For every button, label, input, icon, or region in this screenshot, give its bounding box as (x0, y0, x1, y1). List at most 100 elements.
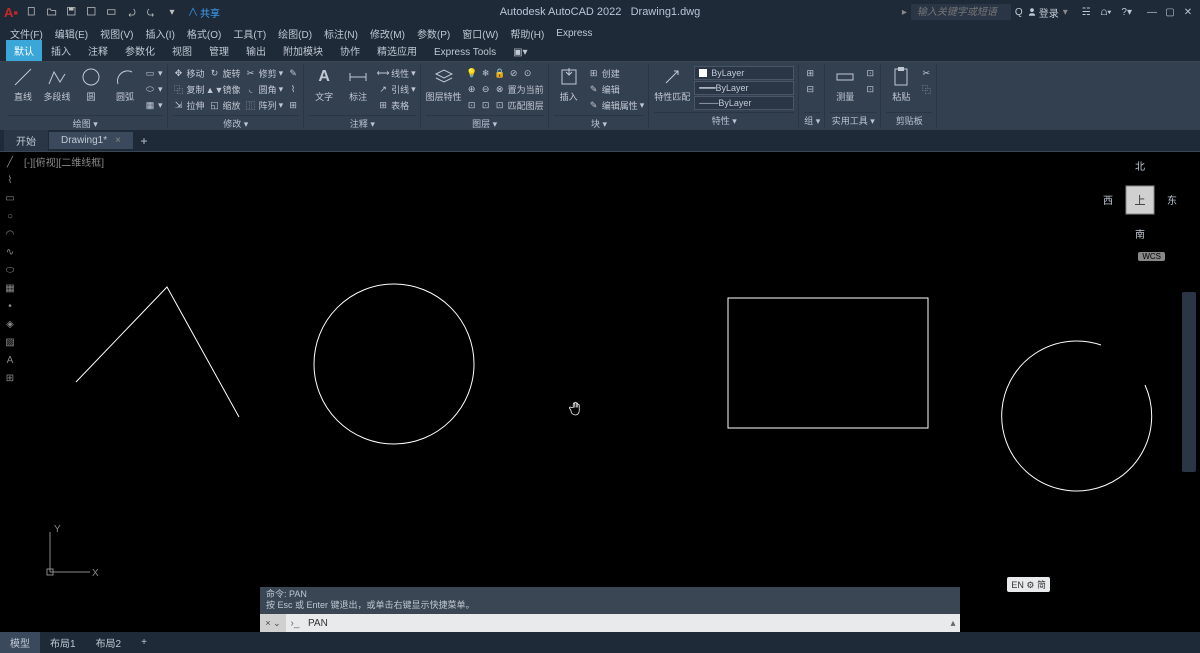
tab-collab[interactable]: 协作 (332, 40, 368, 61)
edit-attr-button[interactable]: ✎编辑属性▾ (588, 98, 645, 113)
panel-block-title[interactable]: 块 ▾ (554, 115, 645, 131)
insert-button[interactable]: 插入 (554, 66, 584, 103)
paste-button[interactable]: 粘贴 (886, 66, 916, 103)
tab-overflow[interactable]: ▣▾ (505, 44, 535, 61)
layout-add[interactable]: + (131, 634, 157, 651)
rotate-button[interactable]: ↻旋转 (209, 66, 241, 81)
qat-undo-icon[interactable] (124, 4, 140, 20)
panel-modify-title[interactable]: 修改 ▾ (173, 115, 300, 131)
panel-util-title[interactable]: 实用工具 ▾ (830, 112, 876, 128)
linear-button[interactable]: ⟷线性▾ (377, 66, 416, 81)
color-combo[interactable]: ByLayer (694, 66, 794, 80)
tab-parametric[interactable]: 参数化 (117, 40, 163, 61)
array-button[interactable]: ⿲阵列▾ (245, 98, 284, 113)
linetype-combo[interactable]: ─── ByLayer (694, 96, 794, 110)
qat-open-icon[interactable] (44, 4, 60, 20)
hatch-icon[interactable]: ▦▾ (144, 98, 163, 113)
rect-icon[interactable]: ▭▾ (144, 66, 163, 81)
trim-button[interactable]: ✂修剪▾ (245, 66, 284, 81)
menu-param[interactable]: 参数(P) (413, 25, 454, 42)
modify-icon-2[interactable]: ⌇ (287, 82, 299, 97)
command-input[interactable]: PAN (304, 618, 946, 629)
cut-icon[interactable]: ✂ (920, 66, 932, 81)
util-icon-1[interactable]: ⊡ (864, 66, 876, 81)
wcs-badge[interactable]: WCS (1138, 252, 1165, 261)
group-icon-1[interactable]: ⊞ (804, 66, 816, 81)
polyline-button[interactable]: 多段线 (42, 66, 72, 103)
cmd-close-icon[interactable]: × ⌄ (260, 614, 286, 632)
menu-dim[interactable]: 标注(N) (320, 25, 362, 42)
maximize-button[interactable]: ▢ (1162, 5, 1178, 19)
text-button[interactable]: A文字 (309, 66, 339, 103)
group-icon-2[interactable]: ⊟ (804, 82, 816, 97)
tab-addins[interactable]: 附加模块 (275, 40, 331, 61)
menu-edit[interactable]: 编辑(E) (51, 25, 92, 42)
circle-button[interactable]: 圆 (76, 66, 106, 103)
util-icon-2[interactable]: ⊡ (864, 82, 876, 97)
layer-props-button[interactable]: 图层特性 (426, 66, 462, 103)
panel-props-title[interactable]: 特性 ▾ (654, 112, 794, 128)
stretch-button[interactable]: ⇲拉伸 (173, 98, 205, 113)
modify-icon-3[interactable]: ⊞ (287, 98, 299, 113)
ellipse-icon[interactable]: ⬭▾ (144, 82, 163, 97)
move-button[interactable]: ✥移动 (173, 66, 205, 81)
menu-express[interactable]: Express (552, 27, 596, 40)
drawing-canvas[interactable]: [-][俯视][二维线框] ╱ ⌇ ▭ ○ ◠ ∿ ⬭ ▦ • ◈ ▨ A ⊞ … (0, 152, 1200, 632)
leader-button[interactable]: ↗引线▾ (377, 82, 416, 97)
edit-block-button[interactable]: ✎编辑 (588, 82, 645, 97)
lineweight-combo[interactable]: ━━━ ByLayer (694, 81, 794, 95)
menu-modify[interactable]: 修改(M) (366, 25, 409, 42)
tab-annotate[interactable]: 注释 (80, 40, 116, 61)
search-input[interactable] (911, 4, 1011, 20)
user-icon[interactable]: 登录 (1027, 5, 1059, 20)
create-block-button[interactable]: ⊞创建 (588, 66, 645, 81)
tab-express[interactable]: Express Tools (426, 44, 504, 61)
menu-draw[interactable]: 绘图(D) (274, 25, 316, 42)
search-glass-icon[interactable]: Q (1015, 7, 1023, 18)
modify-icon-1[interactable]: ✎ (287, 66, 299, 81)
measure-button[interactable]: 测量 (830, 66, 860, 103)
minimize-button[interactable]: — (1144, 5, 1160, 19)
layer-icons-row2[interactable]: ⊕⊖⊗置为当前 (466, 82, 544, 97)
share-button[interactable]: 共享 (188, 5, 220, 20)
tab-view[interactable]: 视图 (164, 40, 200, 61)
qat-plot-icon[interactable] (104, 4, 120, 20)
new-tab-button[interactable]: + (134, 134, 154, 148)
table-button[interactable]: ⊞表格 (377, 98, 416, 113)
tab-drawing1[interactable]: Drawing1*× (49, 132, 133, 149)
mirror-button[interactable]: ▲▼镜像 (209, 82, 241, 97)
layout-model[interactable]: 模型 (0, 632, 40, 653)
qat-new-icon[interactable] (24, 4, 40, 20)
cart-icon[interactable]: ☵ (1082, 7, 1091, 18)
menu-window[interactable]: 窗口(W) (458, 25, 502, 42)
layout-2[interactable]: 布局2 (86, 632, 132, 653)
panel-draw-title[interactable]: 绘图 ▾ (8, 115, 163, 131)
panel-layers-title[interactable]: 图层 ▾ (426, 115, 544, 131)
chevron-down-icon[interactable]: ▾ (164, 4, 180, 20)
menu-view[interactable]: 视图(V) (96, 25, 137, 42)
dim-button[interactable]: 标注 (343, 66, 373, 103)
tab-start[interactable]: 开始 (4, 130, 48, 151)
tab-insert[interactable]: 插入 (43, 40, 79, 61)
layer-match-button[interactable]: ⊡⊡⊡匹配图层 (466, 98, 544, 113)
tab-manage[interactable]: 管理 (201, 40, 237, 61)
menu-help[interactable]: 帮助(H) (506, 25, 548, 42)
scale-button[interactable]: ◱缩放 (209, 98, 241, 113)
qat-redo-icon[interactable] (144, 4, 160, 20)
a360-icon[interactable]: ⩍▾ (1101, 7, 1112, 18)
panel-clip-title[interactable]: 剪贴板 (886, 112, 932, 128)
qat-saveas-icon[interactable] (84, 4, 100, 20)
copy-button[interactable]: ⿻复制 (173, 82, 205, 97)
panel-group-title[interactable]: 组 ▾ (804, 112, 820, 128)
panel-annot-title[interactable]: 注释 ▾ (309, 115, 416, 131)
arc-button[interactable]: 圆弧 (110, 66, 140, 103)
menu-insert[interactable]: 插入(I) (141, 25, 178, 42)
line-button[interactable]: 直线 (8, 66, 38, 103)
menu-tools[interactable]: 工具(T) (229, 25, 270, 42)
layout-1[interactable]: 布局1 (40, 632, 86, 653)
close-icon[interactable]: × (115, 135, 121, 146)
layer-icons-row[interactable]: 💡❄🔒⊘⊙ (466, 66, 544, 81)
match-props-button[interactable]: 特性匹配 (654, 66, 690, 103)
tab-default[interactable]: 默认 (6, 40, 42, 61)
viewcube[interactable]: 北 南 西 东 上 (1100, 160, 1180, 240)
